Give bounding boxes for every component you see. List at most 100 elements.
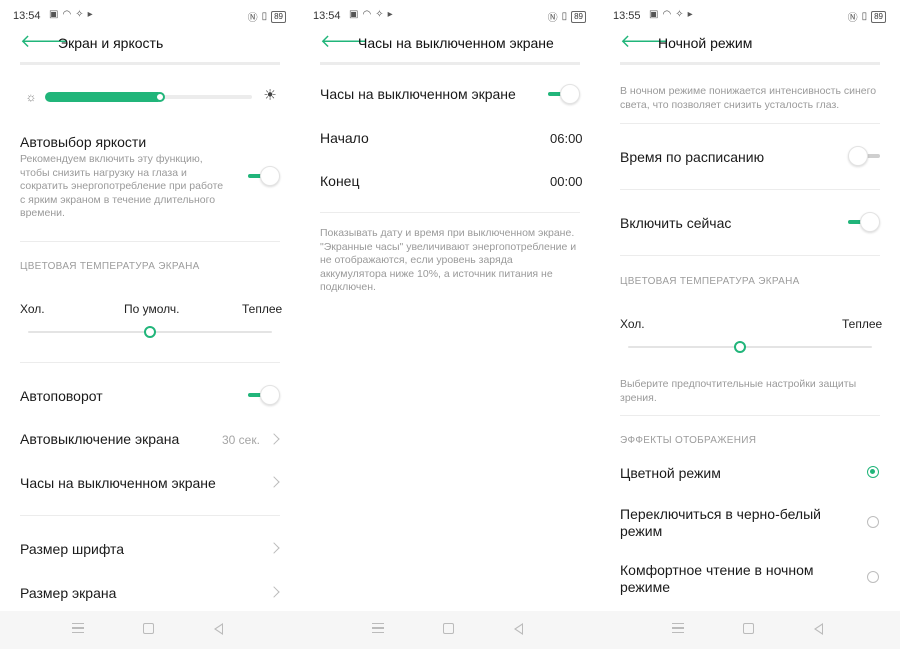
app-notification-icon: ✧ — [375, 9, 384, 20]
display-size-menu-item[interactable]: Размер экрана — [20, 585, 116, 601]
status-bar: 13:54 ▣ ◠ ✧ ▸ Ⓝ ▯ 89 — [300, 0, 600, 30]
photo-notification-icon: ▣ — [649, 9, 659, 20]
screen-display-brightness: 13:54 ▣ ◠ ✧ ▸ Ⓝ ▯ 89 🡐 Экран и яркость ☼… — [0, 0, 300, 649]
end-time-value[interactable]: 00:00 — [550, 174, 583, 189]
divider — [20, 362, 280, 363]
aod-description: Показывать дату и время при выключенном … — [320, 227, 577, 293]
header-divider — [20, 62, 280, 65]
color-temperature-section: ЦВЕТОВАЯ ТЕМПЕРАТУРА ЭКРАНА — [20, 261, 200, 272]
home-icon[interactable] — [143, 623, 154, 634]
play-store-icon: ▸ — [687, 9, 693, 20]
chevron-right-icon — [268, 476, 280, 488]
brightness-slider-thumb[interactable] — [155, 92, 165, 102]
color-temperature-slider-thumb[interactable] — [734, 341, 746, 353]
enable-now-label: Включить сейчас — [620, 215, 732, 231]
back-icon[interactable] — [814, 623, 823, 635]
header: 🡐 Часы на выключенном экране — [300, 30, 600, 58]
page-title: Ночной режим — [658, 35, 753, 51]
brightness-slider-fill — [45, 92, 163, 102]
screen-always-on-clock: 13:54 ▣ ◠ ✧ ▸ Ⓝ ▯ 89 🡐 Часы на выключенн… — [300, 0, 600, 649]
night-reading-radio[interactable] — [867, 571, 879, 583]
page-title: Экран и яркость — [58, 35, 164, 51]
status-bar: 13:55 ▣ ◠ ✧ ▸ Ⓝ ▯ 89 — [600, 0, 900, 30]
header: 🡐 Ночной режим — [600, 30, 900, 58]
menu-icon[interactable] — [672, 623, 684, 633]
aod-toggle-label: Часы на выключенном экране — [320, 86, 516, 102]
auto-brightness-toggle[interactable] — [248, 166, 280, 186]
app-notification-icon: ✧ — [675, 9, 684, 20]
wifi-icon: ◠ — [362, 9, 372, 20]
app-notification-icon: ✧ — [75, 9, 84, 20]
vibrate-icon: ▯ — [861, 11, 868, 22]
vibrate-icon: ▯ — [261, 11, 268, 22]
home-icon[interactable] — [443, 623, 454, 634]
status-time: 13:54 — [13, 10, 41, 22]
screen-timeout-value: 30 сек. — [222, 433, 260, 447]
play-store-icon: ▸ — [87, 9, 93, 20]
temp-warm-label: Теплее — [842, 317, 883, 331]
play-store-icon: ▸ — [387, 9, 393, 20]
color-mode-radio[interactable] — [867, 466, 879, 478]
divider — [20, 241, 280, 242]
navigation-bar — [300, 611, 600, 649]
wifi-icon: ◠ — [662, 9, 672, 20]
end-time-label[interactable]: Конец — [320, 173, 359, 189]
divider — [20, 515, 280, 516]
temp-cold-label: Хол. — [620, 317, 645, 331]
schedule-label: Время по расписанию — [620, 149, 765, 165]
temp-warm-label: Теплее — [242, 302, 283, 316]
header-divider — [620, 62, 880, 65]
header: 🡐 Экран и яркость — [0, 30, 300, 58]
navigation-bar — [600, 611, 900, 649]
screen-timeout-label[interactable]: Автовыключение экрана — [20, 431, 179, 447]
divider — [620, 189, 880, 190]
status-bar: 13:54 ▣ ◠ ✧ ▸ Ⓝ ▯ 89 — [0, 0, 300, 30]
menu-icon[interactable] — [372, 623, 384, 633]
grayscale-mode-radio[interactable] — [867, 516, 879, 528]
screens-container: 13:54 ▣ ◠ ✧ ▸ Ⓝ ▯ 89 🡐 Экран и яркость ☼… — [0, 0, 900, 649]
nfc-icon: Ⓝ — [547, 13, 558, 24]
night-reading-option[interactable]: Комфортное чтение в ночном режиме — [620, 562, 830, 596]
grayscale-mode-option[interactable]: Переключиться в черно-белый режим — [620, 506, 830, 540]
back-icon[interactable] — [214, 623, 223, 635]
color-temperature-slider-track[interactable] — [628, 346, 872, 348]
auto-brightness-label: Автовыбор яркости — [20, 134, 147, 150]
menu-icon[interactable] — [72, 623, 84, 633]
screen-night-mode: 13:55 ▣ ◠ ✧ ▸ Ⓝ ▯ 89 🡐 Ночной режим В но… — [600, 0, 900, 649]
status-time: 13:55 — [613, 10, 641, 22]
night-mode-intro: В ночном режиме понижается интенсивность… — [620, 85, 877, 111]
auto-rotate-toggle[interactable] — [248, 385, 280, 405]
chevron-right-icon — [268, 433, 280, 445]
low-brightness-icon: ☼ — [25, 90, 37, 104]
enable-now-toggle[interactable] — [848, 212, 880, 232]
photo-notification-icon: ▣ — [49, 9, 59, 20]
home-icon[interactable] — [743, 623, 754, 634]
nfc-icon: Ⓝ — [247, 13, 258, 24]
display-effects-section: ЭФФЕКТЫ ОТОБРАЖЕНИЯ — [620, 435, 757, 446]
aod-toggle[interactable] — [548, 84, 580, 104]
battery-icon: 89 — [871, 10, 886, 23]
vibrate-icon: ▯ — [561, 11, 568, 22]
wifi-icon: ◠ — [62, 9, 72, 20]
high-brightness-icon: ☀ — [263, 87, 277, 104]
auto-rotate-label: Автоповорот — [20, 388, 103, 404]
aod-menu-item[interactable]: Часы на выключенном экране — [20, 475, 216, 491]
color-temperature-slider-thumb[interactable] — [144, 326, 156, 338]
protection-hint: Выберите предпочтительные настройки защи… — [620, 378, 857, 404]
color-mode-option[interactable]: Цветной режим — [620, 465, 721, 481]
divider — [620, 415, 880, 416]
back-arrow-icon[interactable]: 🡐 — [620, 32, 668, 52]
color-temperature-section: ЦВЕТОВАЯ ТЕМПЕРАТУРА ЭКРАНА — [620, 276, 800, 287]
back-icon[interactable] — [514, 623, 523, 635]
font-size-menu-item[interactable]: Размер шрифта — [20, 541, 124, 557]
schedule-toggle[interactable] — [848, 146, 880, 166]
back-arrow-icon[interactable]: 🡐 — [320, 32, 368, 52]
navigation-bar — [0, 611, 300, 649]
start-time-value[interactable]: 06:00 — [550, 131, 583, 146]
header-divider — [320, 62, 580, 65]
chevron-right-icon — [268, 586, 280, 598]
back-arrow-icon[interactable]: 🡐 — [20, 32, 68, 52]
divider — [620, 255, 880, 256]
start-time-label[interactable]: Начало — [320, 130, 369, 146]
page-title: Часы на выключенном экране — [358, 35, 554, 51]
